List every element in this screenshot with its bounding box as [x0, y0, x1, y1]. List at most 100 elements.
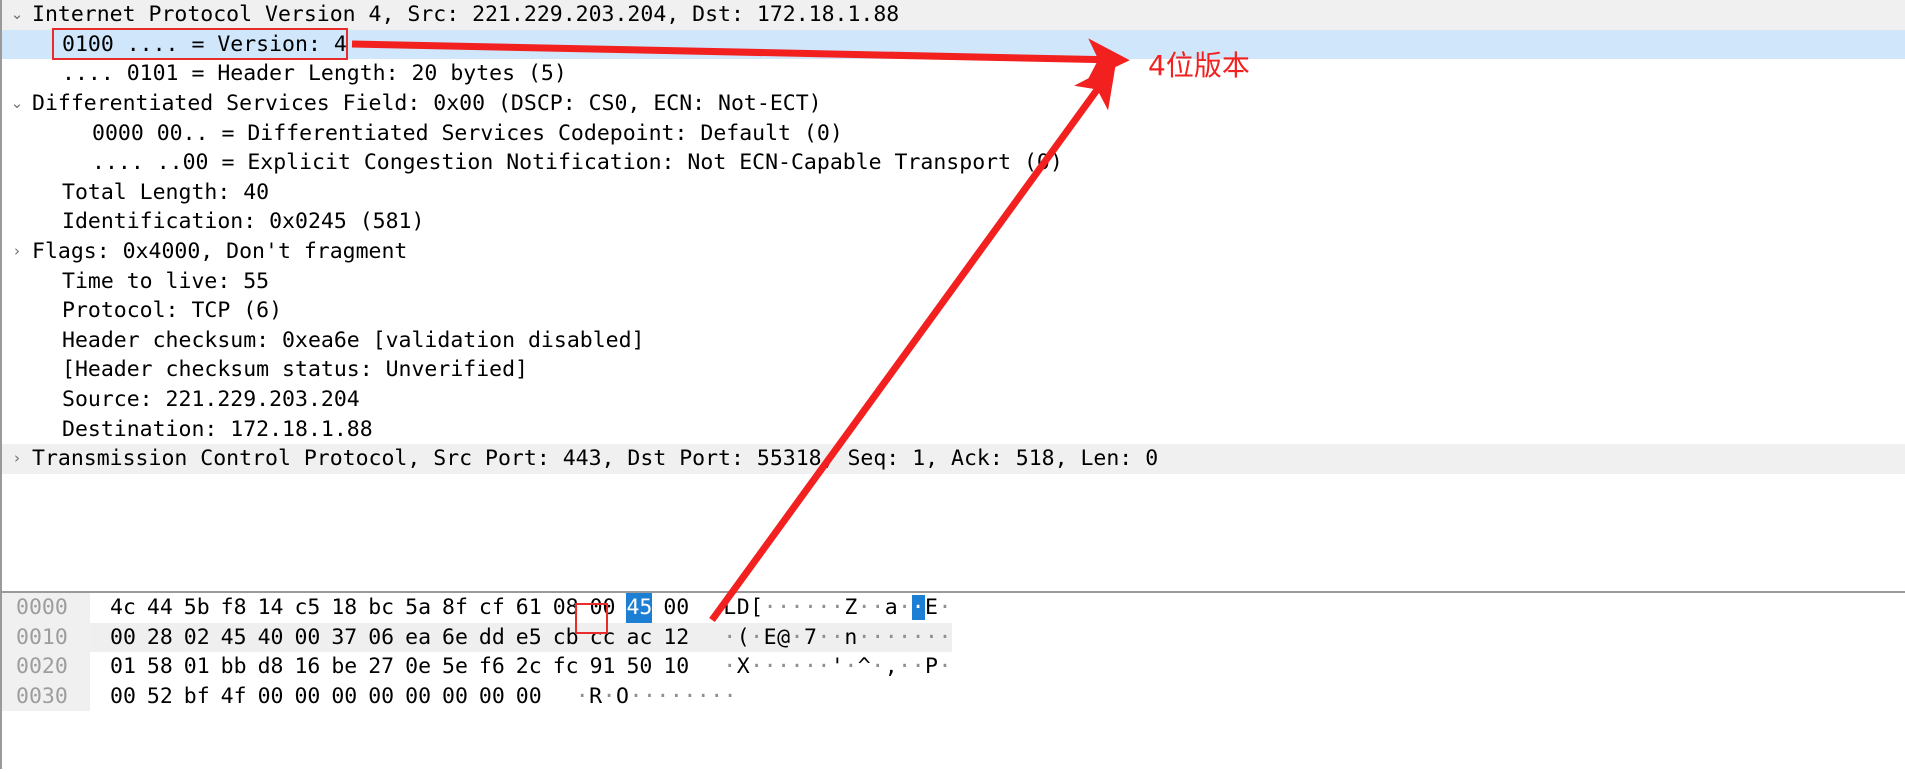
- hex-byte[interactable]: bb: [221, 652, 247, 682]
- hex-byte[interactable]: 00: [294, 682, 320, 712]
- tree-row[interactable]: · Identification: 0x0245 (581): [2, 207, 1905, 237]
- hex-byte[interactable]: 61: [516, 593, 542, 623]
- tree-row[interactable]: · Header checksum: 0xea6e [validation dis…: [2, 326, 1905, 356]
- hex-byte[interactable]: cf: [479, 593, 505, 623]
- hex-byte[interactable]: be: [331, 652, 357, 682]
- hex-byte[interactable]: 28: [147, 623, 173, 653]
- hex-byte[interactable]: ea: [405, 623, 431, 653]
- hex-ascii[interactable]: ·R·O········: [542, 682, 737, 712]
- tree-row[interactable]: · 0100 .... = Version: 4: [2, 29, 1905, 60]
- chevron-right-icon[interactable]: ›: [2, 237, 32, 267]
- hex-byte[interactable]: bc: [368, 593, 394, 623]
- hex-byte[interactable]: 14: [258, 593, 284, 623]
- hex-byte[interactable]: 4c: [110, 593, 136, 623]
- hex-byte-gap: [431, 652, 442, 682]
- hex-byte[interactable]: 27: [368, 652, 394, 682]
- hex-byte[interactable]: 00: [663, 593, 689, 623]
- ascii-char: ·: [790, 624, 804, 650]
- hex-byte[interactable]: 44: [147, 593, 173, 623]
- hex-byte[interactable]: 91: [590, 652, 616, 682]
- hex-byte[interactable]: 5e: [442, 652, 468, 682]
- hex-byte[interactable]: c5: [294, 593, 320, 623]
- hex-byte[interactable]: 16: [294, 652, 320, 682]
- hex-byte[interactable]: 00: [110, 682, 136, 712]
- chevron-down-icon[interactable]: ⌄: [2, 0, 32, 30]
- hex-byte[interactable]: 00: [479, 682, 505, 712]
- hex-byte[interactable]: 01: [184, 652, 210, 682]
- hex-byte[interactable]: 6e: [442, 623, 468, 653]
- tree-row[interactable]: · 0000 00.. = Differentiated Services Cod…: [2, 118, 1905, 148]
- hex-byte[interactable]: 12: [663, 623, 689, 653]
- hex-byte[interactable]: 5a: [405, 593, 431, 623]
- packet-detail-tree[interactable]: ⌄ Internet Protocol Version 4, Src: 221.2…: [2, 0, 1905, 474]
- hex-byte[interactable]: 00: [368, 682, 394, 712]
- hex-bytes[interactable]: 00 28 02 45 40 00 37 06 ea 6e dd e5 cb c…: [90, 622, 690, 653]
- chevron-down-icon[interactable]: ⌄: [2, 89, 32, 119]
- hex-byte[interactable]: 40: [258, 623, 284, 653]
- hex-byte[interactable]: 18: [331, 593, 357, 623]
- tree-row[interactable]: · Destination: 172.18.1.88: [2, 414, 1905, 444]
- tree-row[interactable]: · [Header checksum status: Unverified]: [2, 355, 1905, 385]
- tree-row[interactable]: · Protocol: TCP (6): [2, 296, 1905, 326]
- tree-row[interactable]: › Flags: 0x4000, Don't fragment: [2, 237, 1905, 267]
- packet-detail-pane[interactable]: ⌄ Internet Protocol Version 4, Src: 221.2…: [0, 0, 1905, 591]
- hex-byte[interactable]: 06: [368, 623, 394, 653]
- tree-row[interactable]: · Total Length: 40: [2, 178, 1905, 208]
- hex-byte[interactable]: f6: [479, 652, 505, 682]
- hex-byte[interactable]: 0e: [405, 652, 431, 682]
- hex-byte[interactable]: 00: [442, 682, 468, 712]
- hex-byte[interactable]: e5: [516, 623, 542, 653]
- hex-byte[interactable]: 2c: [516, 652, 542, 682]
- hex-bytes[interactable]: 01 58 01 bb d8 16 be 27 0e 5e f6 2c fc 9…: [90, 652, 689, 682]
- hex-byte[interactable]: 00: [590, 593, 616, 623]
- hex-dump[interactable]: 0000 4c 44 5b f8 14 c5 18 bc 5a 8f cf 61 …: [2, 593, 1905, 712]
- tree-row[interactable]: › Transmission Control Protocol, Src Port…: [2, 443, 1905, 474]
- ascii-char: ·: [723, 654, 737, 680]
- hex-byte[interactable]: 4f: [221, 682, 247, 712]
- chevron-right-icon[interactable]: ›: [2, 444, 32, 474]
- hex-byte[interactable]: 10: [663, 652, 689, 682]
- hex-ascii[interactable]: LD[······Z··a··E·: [689, 593, 952, 623]
- hex-byte[interactable]: 00: [331, 682, 357, 712]
- hex-byte-selected[interactable]: 45: [626, 593, 653, 623]
- hex-byte[interactable]: 01: [110, 652, 136, 682]
- hex-byte[interactable]: bf: [184, 682, 210, 712]
- hex-byte[interactable]: d8: [258, 652, 284, 682]
- hex-byte[interactable]: 00: [405, 682, 431, 712]
- hex-bytes[interactable]: 00 52 bf 4f 00 00 00 00 00 00 00 00: [90, 682, 542, 712]
- hex-byte[interactable]: 8f: [442, 593, 468, 623]
- tree-row[interactable]: · .... ..00 = Explicit Congestion Notific…: [2, 148, 1905, 178]
- hex-bytes[interactable]: 4c 44 5b f8 14 c5 18 bc 5a 8f cf 61 08 0…: [90, 593, 689, 623]
- hex-byte[interactable]: 50: [626, 652, 652, 682]
- tree-row[interactable]: · Time to live: 55: [2, 266, 1905, 296]
- hex-byte[interactable]: 00: [294, 623, 320, 653]
- hex-byte[interactable]: 00: [258, 682, 284, 712]
- hex-byte[interactable]: cc: [590, 623, 616, 653]
- tree-row-label: Transmission Control Protocol, Src Port:…: [32, 446, 1159, 472]
- hex-byte[interactable]: ac: [626, 623, 652, 653]
- hex-byte[interactable]: 5b: [184, 593, 210, 623]
- hex-dump-row[interactable]: 0020 01 58 01 bb d8 16 be 27 0e 5e f6 2c …: [2, 652, 1905, 682]
- hex-byte[interactable]: f8: [221, 593, 247, 623]
- hex-byte[interactable]: 08: [553, 593, 579, 623]
- tree-row[interactable]: ⌄ Differentiated Services Field: 0x00 (DS…: [2, 89, 1905, 119]
- packet-bytes-pane[interactable]: 0000 4c 44 5b f8 14 c5 18 bc 5a 8f cf 61 …: [0, 591, 1905, 769]
- hex-byte[interactable]: 45: [221, 623, 247, 653]
- hex-byte[interactable]: 00: [110, 623, 136, 653]
- hex-byte[interactable]: 00: [516, 682, 542, 712]
- hex-byte[interactable]: dd: [479, 623, 505, 653]
- hex-byte[interactable]: cb: [553, 623, 579, 653]
- tree-row[interactable]: · Source: 221.229.203.204: [2, 385, 1905, 415]
- hex-ascii[interactable]: ·X······'·^·,··P·: [689, 652, 952, 682]
- hex-byte[interactable]: 52: [147, 682, 173, 712]
- hex-dump-row[interactable]: 0010 00 28 02 45 40 00 37 06 ea 6e dd e5 …: [2, 622, 1905, 653]
- hex-ascii[interactable]: ·(·E@·7··n·······: [689, 622, 952, 653]
- hex-dump-row[interactable]: 00 00 4c 44 5b f8 14 c5 18 bc 5a 8f cf 61 …: [2, 593, 1905, 623]
- hex-byte[interactable]: 02: [184, 623, 210, 653]
- hex-byte[interactable]: 58: [147, 652, 173, 682]
- tree-row[interactable]: · .... 0101 = Header Length: 20 bytes (5): [2, 59, 1905, 89]
- hex-dump-row[interactable]: 0030 00 52 bf 4f 00 00 00 00 00 00 00 00 ·…: [2, 681, 1905, 712]
- tree-row[interactable]: ⌄ Internet Protocol Version 4, Src: 221.2…: [2, 0, 1905, 30]
- hex-byte[interactable]: fc: [553, 652, 579, 682]
- hex-byte[interactable]: 37: [331, 623, 357, 653]
